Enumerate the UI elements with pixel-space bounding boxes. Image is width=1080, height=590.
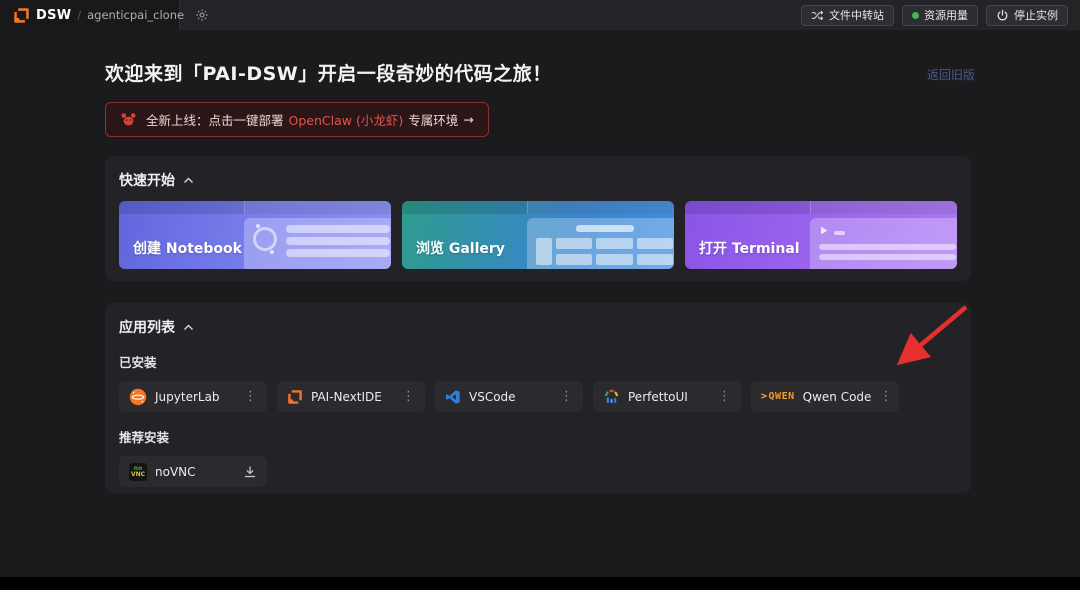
instance-name: agenticpai_clone	[87, 8, 184, 22]
dsw-welcome-page: DSW / agenticpai_clone 文件中转站	[0, 0, 1080, 590]
quick-start-header[interactable]: 快速开始	[119, 170, 957, 190]
app-tile-pai-nextide[interactable]: PAI-NextIDE ⋮	[277, 381, 425, 412]
app-name: PAI-NextIDE	[311, 390, 382, 404]
app-tile-vscode[interactable]: VSCode ⋮	[435, 381, 583, 412]
transfer-icon	[811, 9, 824, 22]
stop-instance-button[interactable]: 停止实例	[986, 5, 1068, 26]
banner-arrow-icon: →	[463, 112, 473, 127]
app-tile-perfettoui[interactable]: PerfettoUI ⋮	[593, 381, 741, 412]
app-name: PerfettoUI	[628, 390, 688, 404]
create-notebook-card[interactable]: 创建 Notebook	[119, 201, 391, 269]
chevron-up-icon[interactable]	[183, 324, 194, 331]
card-titlebar-mock	[402, 201, 674, 214]
resource-usage-label: 资源用量	[924, 7, 968, 23]
breadcrumb-separator: /	[77, 9, 81, 22]
app-tile-novnc[interactable]: no VNC noVNC	[119, 456, 267, 487]
bottom-black-strip	[0, 577, 1080, 590]
open-terminal-card[interactable]: 打开 Terminal	[685, 201, 957, 269]
jupyter-watermark-icon	[253, 227, 277, 251]
file-transfer-label: 文件中转站	[829, 7, 884, 23]
openclaw-promo-banner[interactable]: 全新上线：点击一键部署 OpenClaw (小龙虾) 专属环境 →	[105, 102, 489, 137]
installed-section-label: 已安装	[119, 352, 957, 371]
qwen-logo-icon: > QWEN	[761, 391, 795, 402]
quick-start-cards: 创建 Notebook 浏览 Gallery	[119, 201, 957, 269]
app-name: noVNC	[155, 465, 196, 479]
app-tile-qwen-code[interactable]: > QWEN Qwen Code ⋮	[751, 381, 899, 412]
gallery-mockup	[527, 218, 674, 269]
browse-gallery-label: 浏览 Gallery	[416, 238, 505, 258]
banner-text: 全新上线：点击一键部署 OpenClaw (小龙虾) 专属环境 →	[146, 110, 474, 129]
kebab-menu-icon[interactable]: ⋮	[879, 390, 892, 403]
vscode-icon	[445, 389, 461, 405]
page-title: 欢迎来到「PAI-DSW」开启一段奇妙的代码之旅！	[105, 59, 552, 86]
terminal-prompt-icon	[819, 224, 830, 237]
app-list-panel: 应用列表 已安装 JupyterLab ⋮	[105, 303, 971, 493]
app-name: Qwen Code	[803, 390, 872, 404]
open-terminal-label: 打开 Terminal	[699, 238, 800, 258]
download-icon[interactable]	[243, 465, 257, 479]
recommended-apps-row: no VNC noVNC	[119, 456, 957, 487]
app-tile-jupyterlab[interactable]: JupyterLab ⋮	[119, 381, 267, 412]
recommended-section-label: 推荐安装	[119, 427, 957, 446]
pai-logo-icon	[287, 389, 303, 405]
breadcrumb: DSW / agenticpai_clone	[0, 0, 180, 30]
terminal-mockup	[810, 218, 957, 269]
installed-apps-row: JupyterLab ⋮ PAI-NextIDE ⋮	[119, 381, 957, 412]
file-transfer-button[interactable]: 文件中转站	[801, 5, 894, 26]
card-titlebar-mock	[685, 201, 957, 214]
card-titlebar-mock	[119, 201, 391, 214]
app-list-title: 应用列表	[119, 317, 175, 337]
legacy-version-link[interactable]: 返回旧版	[927, 66, 975, 83]
app-name: JupyterLab	[155, 390, 220, 404]
power-icon	[996, 9, 1009, 22]
kebab-menu-icon[interactable]: ⋮	[718, 390, 731, 403]
top-bar: DSW / agenticpai_clone 文件中转站	[0, 0, 1080, 30]
banner-highlight: OpenClaw (小龙虾)	[289, 110, 404, 129]
lobster-icon	[120, 111, 137, 128]
app-list-header[interactable]: 应用列表	[119, 317, 957, 337]
status-dot-icon	[912, 12, 919, 19]
red-arrow-annotation	[0, 0, 1080, 590]
quick-start-title: 快速开始	[119, 170, 175, 190]
brand-title: DSW	[36, 8, 71, 23]
banner-prefix: 全新上线：点击一键部署	[146, 110, 284, 129]
kebab-menu-icon[interactable]: ⋮	[560, 390, 573, 403]
resource-usage-button[interactable]: 资源用量	[902, 5, 978, 26]
quick-start-panel: 快速开始 创建 Notebook	[105, 156, 971, 281]
app-name: VSCode	[469, 390, 516, 404]
kebab-menu-icon[interactable]: ⋮	[402, 390, 415, 403]
chevron-up-icon[interactable]	[183, 177, 194, 184]
notebook-mockup	[244, 218, 391, 269]
topbar-actions: 文件中转站 资源用量 停止实例	[180, 5, 1080, 26]
create-notebook-label: 创建 Notebook	[133, 238, 242, 258]
perfetto-icon	[603, 388, 620, 405]
jupyter-icon	[129, 388, 147, 406]
banner-suffix: 专属环境	[408, 110, 458, 129]
browse-gallery-card[interactable]: 浏览 Gallery	[402, 201, 674, 269]
stop-instance-label: 停止实例	[1014, 7, 1058, 23]
novnc-icon: no VNC	[129, 463, 147, 481]
pai-logo-icon	[13, 7, 30, 24]
kebab-menu-icon[interactable]: ⋮	[244, 390, 257, 403]
